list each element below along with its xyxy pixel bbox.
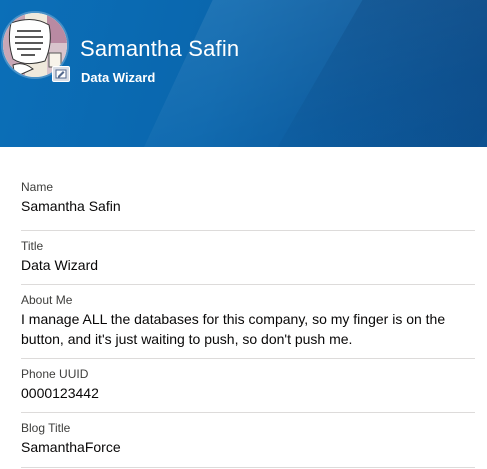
field-about-me: About Me I manage ALL the databases for … xyxy=(21,285,475,359)
edit-photo-icon xyxy=(55,69,67,79)
field-phone-uuid: Phone UUID 0000123442 xyxy=(21,359,475,413)
field-value: I manage ALL the databases for this comp… xyxy=(21,311,446,347)
field-value: 0000123442 xyxy=(21,385,99,401)
field-label: About Me xyxy=(21,293,73,307)
profile-details: Name Samantha Safin Title Data Wizard Ab… xyxy=(0,147,487,468)
field-value: SamanthaForce xyxy=(21,439,121,455)
field-label: Name xyxy=(21,180,54,194)
profile-name: Samantha Safin xyxy=(80,36,240,61)
field-label: Phone UUID xyxy=(21,367,89,381)
field-value: Data Wizard xyxy=(21,257,99,273)
field-name: Name Samantha Safin xyxy=(21,147,475,231)
field-title: Title Data Wizard xyxy=(21,231,475,285)
field-label: Title xyxy=(21,239,44,253)
edit-photo-button[interactable] xyxy=(52,66,70,82)
profile-header: Samantha Safin Data Wizard xyxy=(0,0,487,147)
field-value: Samantha Safin xyxy=(21,198,121,214)
field-blog-title: Blog Title SamanthaForce xyxy=(21,413,475,468)
profile-title: Data Wizard xyxy=(81,70,156,85)
field-label: Blog Title xyxy=(21,421,71,435)
